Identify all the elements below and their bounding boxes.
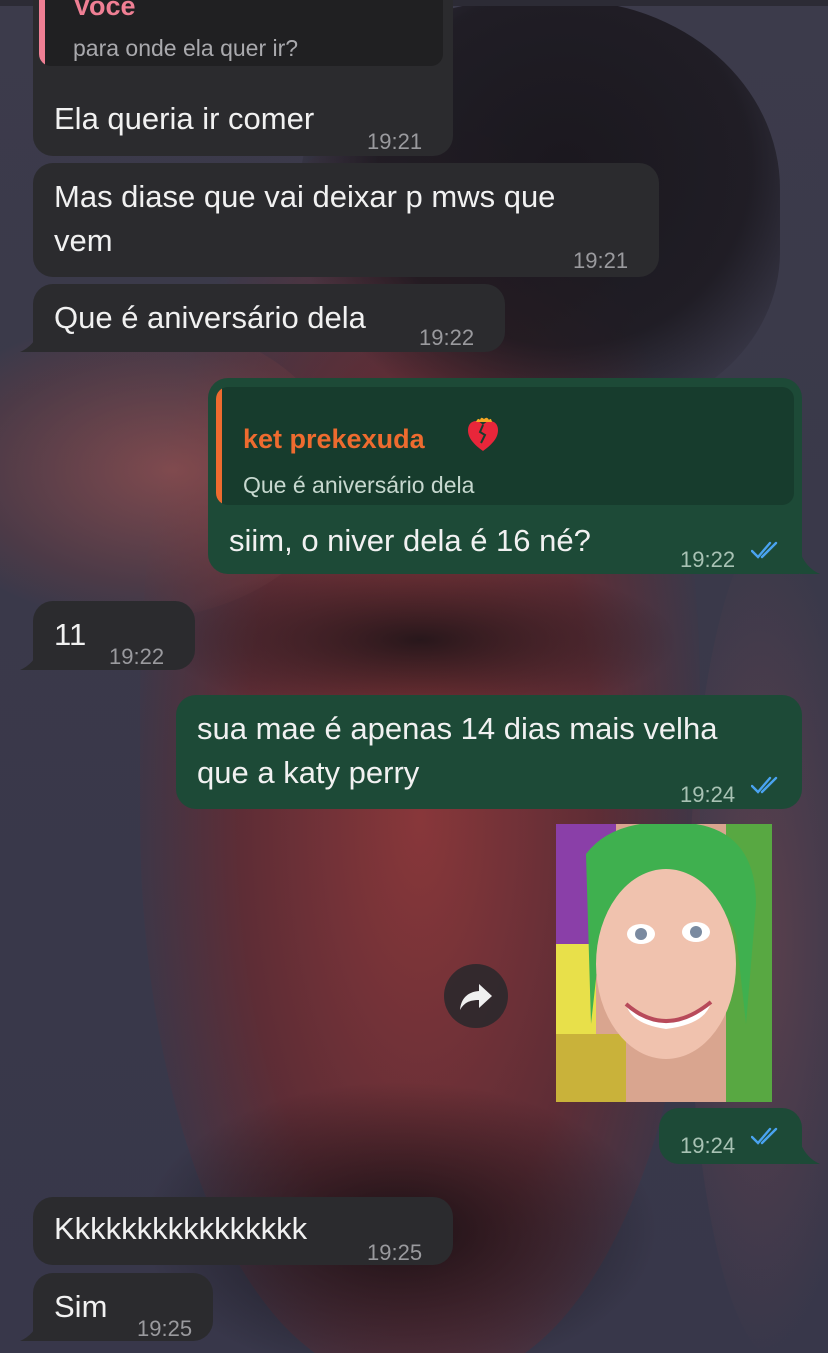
message-text: Ela queria ir comer bbox=[54, 101, 315, 136]
message-text: sua mae é apenas 14 dias mais velha que … bbox=[197, 711, 718, 790]
message-outgoing[interactable]: sua mae é apenas 14 dias mais velha que … bbox=[176, 695, 802, 809]
message-text: Mas diase que vai deixar p mws que vem bbox=[54, 179, 556, 258]
quote-author: Você bbox=[73, 0, 136, 21]
message-time: 19:21 bbox=[367, 129, 423, 154]
bubble-tail bbox=[20, 1319, 40, 1341]
message-outgoing-reply[interactable]: ket prekexuda Que é aniversário dela sii… bbox=[208, 378, 802, 574]
message-time: 19:25 bbox=[367, 1240, 423, 1265]
read-receipt-icon bbox=[751, 541, 778, 559]
message-time: 19:24 bbox=[680, 782, 736, 807]
quote-text: Que é aniversário dela bbox=[243, 472, 475, 498]
bubble-tail bbox=[800, 1142, 820, 1164]
message-time: 19:25 bbox=[137, 1316, 193, 1341]
message-incoming[interactable]: Sim 19:25 bbox=[33, 1273, 213, 1341]
message-time: 19:22 bbox=[419, 325, 475, 350]
message-time: 19:22 bbox=[109, 644, 165, 669]
quote-author: ket prekexuda bbox=[243, 424, 425, 454]
message-text: Que é aniversário dela bbox=[54, 300, 366, 335]
read-receipt-icon bbox=[751, 1127, 778, 1145]
message-time: 19:21 bbox=[573, 248, 629, 273]
message-incoming[interactable]: 11 19:22 bbox=[33, 601, 195, 670]
message-text: Kkkkkkkkkkkkkkkk bbox=[54, 1211, 308, 1246]
bubble-tail bbox=[20, 330, 40, 352]
broken-heart-fire-icon bbox=[466, 417, 500, 453]
message-text: siim, o niver dela é 16 né? bbox=[229, 523, 591, 558]
message-time: 19:22 bbox=[680, 547, 736, 572]
message-text: 11 bbox=[54, 617, 87, 652]
reply-quote[interactable]: Você para onde ela quer ir? bbox=[39, 0, 443, 66]
bubble-tail bbox=[800, 552, 820, 574]
message-incoming[interactable]: Que é aniversário dela 19:22 bbox=[33, 284, 505, 352]
photo-time-badge: 19:24 bbox=[659, 1108, 802, 1164]
message-incoming-reply[interactable]: Você para onde ela quer ir? Ela queria i… bbox=[33, 0, 453, 156]
message-time: 19:24 bbox=[680, 1133, 736, 1158]
photo-message-image[interactable] bbox=[556, 824, 772, 1102]
message-incoming[interactable]: Kkkkkkkkkkkkkkkk 19:25 bbox=[33, 1197, 453, 1265]
read-receipt-icon bbox=[751, 776, 778, 794]
message-incoming[interactable]: Mas diase que vai deixar p mws que vem 1… bbox=[33, 163, 659, 277]
quote-text: para onde ela quer ir? bbox=[73, 35, 299, 61]
bubble-tail bbox=[20, 648, 40, 670]
forward-button[interactable] bbox=[444, 964, 508, 1028]
message-text: Sim bbox=[54, 1289, 108, 1324]
share-arrow-icon bbox=[460, 984, 492, 1010]
reply-quote[interactable]: ket prekexuda Que é aniversário dela bbox=[216, 387, 794, 505]
